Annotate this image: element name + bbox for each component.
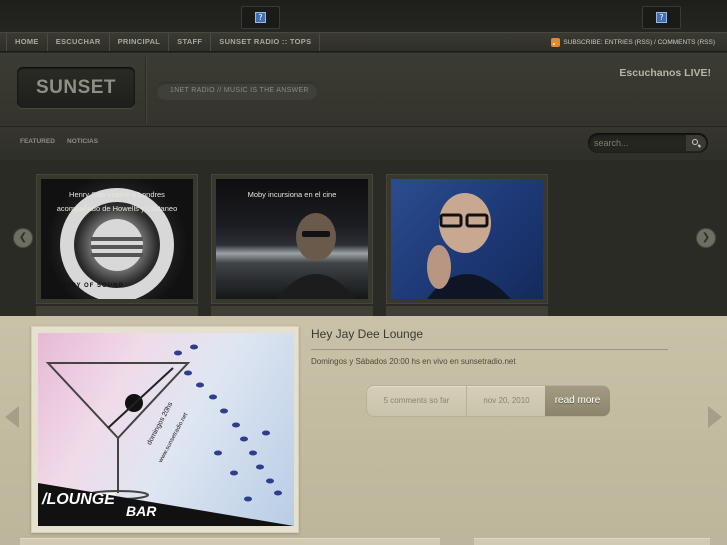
featured-item-partial bbox=[211, 306, 373, 316]
main-nav: HOME ESCUCHAR PRINCIPAL STAFF SUNSET RAD… bbox=[0, 32, 727, 52]
search-icon bbox=[692, 139, 698, 145]
bar-text: BAR bbox=[126, 503, 157, 519]
site-tagline: 1NET RADIO // MUSIC IS THE ANSWER bbox=[156, 82, 318, 100]
lounge-text: /LOUNGE bbox=[42, 491, 115, 508]
featured-image[interactable] bbox=[391, 179, 543, 299]
slide-divider bbox=[311, 349, 668, 350]
chevron-left-icon: ❮ bbox=[18, 232, 28, 243]
broken-image-icon[interactable]: ? bbox=[642, 6, 681, 29]
post-date: nov 20, 2010 bbox=[483, 396, 530, 405]
search-button[interactable] bbox=[686, 135, 706, 151]
comments-link[interactable]: 5 comments so far bbox=[367, 386, 467, 416]
subscribe-text[interactable]: SUBSCRIBE: ENTRIES (RSS) / COMMENTS (RSS… bbox=[563, 39, 715, 46]
nav-item-principal[interactable]: PRINCIPAL bbox=[110, 33, 170, 51]
sidebar-panel-top bbox=[474, 538, 710, 545]
featured-image[interactable]: MINISTRY OF SOUND Henry Saiz vuelve a Lo… bbox=[41, 179, 193, 299]
nav-item-home[interactable]: HOME bbox=[6, 33, 48, 51]
nav-item-tops[interactable]: SUNSET RADIO :: TOPS bbox=[211, 33, 321, 51]
featured-item-partial bbox=[36, 306, 198, 316]
content-panel-top bbox=[20, 538, 440, 545]
carousel-next-button[interactable]: ❯ bbox=[697, 229, 715, 247]
slide-title[interactable]: Hey Jay Dee Lounge bbox=[311, 327, 423, 341]
slide-image-frame[interactable]: /LOUNGE BAR domingos 20hs www.sunsetradi… bbox=[31, 326, 299, 533]
rss-icon bbox=[551, 37, 561, 47]
live-link[interactable]: Escuchanos LIVE! bbox=[619, 67, 711, 79]
tab-noticias[interactable]: NOTICIAS bbox=[67, 138, 98, 145]
carousel-prev-button[interactable]: ❮ bbox=[14, 229, 32, 247]
site-logo[interactable]: SUNSET bbox=[17, 67, 135, 108]
nav-item-staff[interactable]: STAFF bbox=[169, 33, 212, 51]
header-divider bbox=[145, 57, 146, 123]
search-box bbox=[588, 133, 708, 153]
nav-item-escuchar[interactable]: ESCUCHAR bbox=[48, 33, 110, 51]
subscribe-links[interactable]: SUBSCRIBE: ENTRIES (RSS) / COMMENTS (RSS… bbox=[551, 33, 715, 51]
search-input[interactable] bbox=[594, 135, 682, 151]
tab-featured[interactable]: FEATURED bbox=[20, 138, 55, 145]
featured-caption[interactable]: Henry Saiz vuelve a Londres acompañado d… bbox=[47, 188, 187, 216]
featured-item[interactable]: Moby incursiona en el cine bbox=[211, 174, 373, 304]
ministry-text: MINISTRY OF SOUND bbox=[45, 283, 124, 289]
featured-image[interactable]: Moby incursiona en el cine bbox=[216, 179, 368, 299]
slider-prev-arrow-icon[interactable] bbox=[5, 406, 19, 428]
main-slider: /LOUNGE BAR domingos 20hs www.sunsetradi… bbox=[0, 316, 727, 545]
read-more-button[interactable]: read more bbox=[545, 386, 610, 416]
site-header: SUNSET 1NET RADIO // MUSIC IS THE ANSWER… bbox=[0, 53, 727, 127]
featured-item[interactable]: MINISTRY OF SOUND Henry Saiz vuelve a Lo… bbox=[36, 174, 198, 304]
slide-excerpt: Domingos y Sábados 20:00 hs en vivo en s… bbox=[311, 357, 516, 366]
nav-menu: HOME ESCUCHAR PRINCIPAL STAFF SUNSET RAD… bbox=[6, 33, 321, 51]
chevron-right-icon: ❯ bbox=[701, 232, 711, 243]
featured-caption[interactable]: Moby incursiona en el cine bbox=[222, 188, 362, 202]
portrait-photo-graphic bbox=[427, 193, 511, 299]
broken-image-icon[interactable]: ? bbox=[241, 6, 280, 29]
slider-next-arrow-icon[interactable] bbox=[708, 406, 722, 428]
slide-image[interactable]: /LOUNGE BAR domingos 20hs www.sunsetradi… bbox=[38, 333, 294, 526]
featured-item-partial bbox=[386, 306, 548, 316]
featured-item[interactable] bbox=[386, 174, 548, 304]
slide-meta-bar: 5 comments so far nov 20, 2010 read more bbox=[366, 385, 610, 417]
top-bar: ? ? bbox=[0, 0, 727, 32]
